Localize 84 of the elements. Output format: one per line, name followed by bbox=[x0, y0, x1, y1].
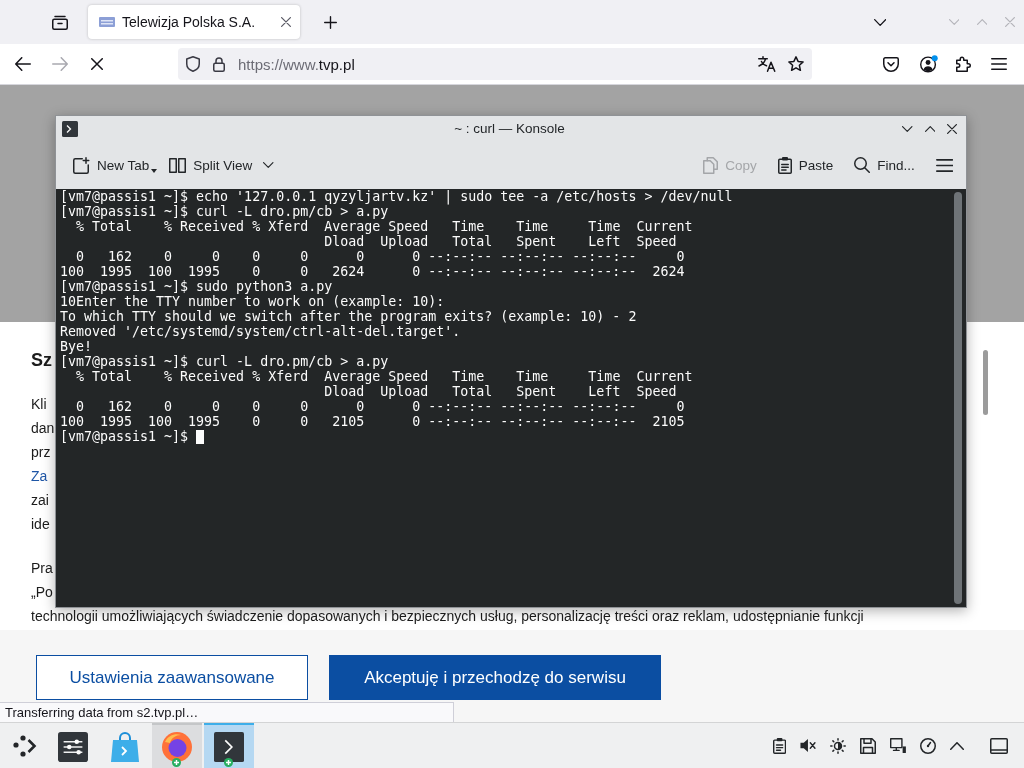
close-icon[interactable] bbox=[947, 123, 957, 134]
paragraph-text: Kli bbox=[31, 396, 47, 412]
paragraph-text: dan bbox=[31, 420, 55, 436]
text-link[interactable]: Za bbox=[31, 468, 48, 484]
minimize-icon[interactable] bbox=[902, 125, 913, 132]
taskbar-button[interactable] bbox=[152, 723, 202, 768]
paragraph-text: zai bbox=[31, 492, 49, 508]
puzzle-icon[interactable] bbox=[956, 56, 972, 72]
clipboard-icon[interactable] bbox=[773, 737, 787, 754]
shield-icon[interactable] bbox=[186, 56, 200, 72]
paragraph-text: Pra bbox=[31, 560, 53, 576]
floppy-disk-icon[interactable] bbox=[860, 737, 877, 754]
arrow-left-icon[interactable] bbox=[15, 57, 31, 71]
window-title: ~ : curl — Konsole bbox=[454, 121, 565, 136]
chevron-shield-icon[interactable] bbox=[883, 56, 899, 72]
star-icon[interactable] bbox=[788, 56, 804, 72]
paste-button[interactable]: Paste bbox=[777, 156, 834, 174]
paragraph-text: prz bbox=[31, 444, 51, 460]
dialog-heading: Sz bbox=[31, 349, 52, 372]
paragraph-text: technologii umożliwiających świadczenie dopasowanych i bezpiecznych usług, personalizację treści oraz reklam, udostępnianie funkcji bbox=[31, 608, 864, 624]
plus-badge-icon bbox=[172, 758, 181, 767]
terminal-line: Dload Upload Total Spent Left Speed bbox=[324, 384, 677, 399]
accept-button[interactable]: Akceptuję i przechodzę do serwisu bbox=[329, 655, 661, 700]
page-plus-icon bbox=[73, 156, 90, 174]
monitor-icon[interactable] bbox=[890, 738, 906, 753]
terminal-line: [vm7@passis1 ~]$ sudo python3 a.py bbox=[60, 279, 333, 294]
terminal-line: Bye! bbox=[60, 339, 93, 354]
tab-list-icon[interactable] bbox=[52, 14, 68, 30]
bag-icon[interactable] bbox=[111, 731, 139, 762]
terminal-line: Removed '/etc/systemd/system/ctrl-alt-del.target'. bbox=[60, 324, 461, 339]
terminal-line: [vm7@passis1 ~]$ bbox=[60, 429, 189, 444]
maximize-icon[interactable] bbox=[924, 125, 935, 132]
dropdown-arrow-icon bbox=[151, 168, 158, 173]
split-view-button[interactable]: Split View bbox=[169, 157, 274, 173]
terminal-icon bbox=[214, 731, 244, 762]
scrollbar[interactable] bbox=[983, 350, 988, 415]
new-tab-button[interactable]: New Tab bbox=[73, 156, 158, 174]
chevron-up-icon[interactable] bbox=[950, 741, 964, 750]
account-icon[interactable] bbox=[920, 55, 938, 73]
address-field[interactable]: https://www.tvp.pl bbox=[178, 48, 812, 80]
copy-icon bbox=[703, 156, 719, 174]
clipboard-icon bbox=[777, 156, 792, 174]
plus-icon[interactable] bbox=[323, 15, 337, 29]
brightness-icon[interactable] bbox=[830, 737, 847, 754]
terminal-line: 100 1995 100 1995 0 0 2105 0 --:--:-- --:--:-- --:--:-- 2105 bbox=[60, 414, 685, 429]
terminal-line: [vm7@passis1 ~]$ curl -L dro.pm/cb > a.py bbox=[60, 354, 389, 369]
menu-icon[interactable] bbox=[991, 58, 1007, 70]
terminal-line: [vm7@passis1 ~]$ curl -L dro.pm/cb > a.py bbox=[60, 204, 389, 219]
chevron-down-icon bbox=[263, 162, 274, 168]
paragraph-text: ide bbox=[31, 516, 50, 532]
terminal-line: 10Enter the TTY number to work on (example: 10): bbox=[60, 294, 445, 309]
terminal-line: % Total % Received % Xferd Average Speed Time Time Time Current bbox=[76, 369, 693, 384]
terminal-line: To which TTY should we switch after the program exits? (example: 10) - 2 bbox=[60, 309, 637, 324]
cross-icon[interactable] bbox=[91, 58, 103, 70]
terminal-line: 100 1995 100 1995 0 0 2624 0 --:--:-- --:--:-- --:--:-- 2624 bbox=[60, 264, 685, 279]
text-cursor-icon bbox=[196, 429, 205, 444]
terminal-line: 0 162 0 0 0 0 0 0 --:--:-- --:--:-- --:--:-- 0 bbox=[76, 399, 685, 414]
terminal-line: % Total % Received % Xferd Average Speed Time Time Time Current bbox=[76, 219, 693, 234]
terminal-line: Dload Upload Total Spent Left Speed bbox=[324, 234, 677, 249]
status-bar: Transferring data from s2.tvp.pl… bbox=[0, 702, 454, 722]
terminal-line: 0 162 0 0 0 0 0 0 --:--:-- --:--:-- --:--:-- 0 bbox=[76, 249, 685, 264]
menu-icon[interactable] bbox=[935, 158, 953, 172]
translate-icon[interactable] bbox=[758, 56, 776, 72]
split-panes-icon bbox=[169, 157, 187, 173]
chevron-down-icon[interactable] bbox=[873, 18, 887, 26]
lock-icon[interactable] bbox=[213, 56, 225, 72]
close-icon[interactable] bbox=[281, 17, 291, 27]
launcher-icon[interactable] bbox=[13, 734, 37, 757]
scrollbar[interactable] bbox=[954, 192, 962, 604]
plus-badge-icon bbox=[224, 758, 233, 767]
show-desktop-icon[interactable] bbox=[990, 737, 1008, 754]
terminal-icon[interactable] bbox=[62, 120, 78, 137]
gauge-icon[interactable] bbox=[920, 737, 936, 754]
flag-icon bbox=[99, 17, 115, 27]
terminal-line: [vm7@passis1 ~]$ echo '127.0.0.1 qyzyljartv.kz' | sudo tee -a /etc/hosts > /dev/null bbox=[60, 189, 733, 204]
browser-tab[interactable]: Telewizja Polska S.A. bbox=[88, 5, 300, 39]
settings-button[interactable]: Ustawienia zaawansowane bbox=[36, 655, 308, 700]
search-icon bbox=[854, 157, 871, 173]
taskbar-button[interactable] bbox=[204, 723, 254, 768]
globe-icon bbox=[162, 731, 192, 762]
sliders-icon[interactable] bbox=[58, 731, 88, 762]
paragraph-text: „Po bbox=[31, 584, 53, 600]
find-button[interactable]: Find... bbox=[854, 157, 915, 173]
muted-speaker-icon[interactable] bbox=[800, 738, 817, 753]
